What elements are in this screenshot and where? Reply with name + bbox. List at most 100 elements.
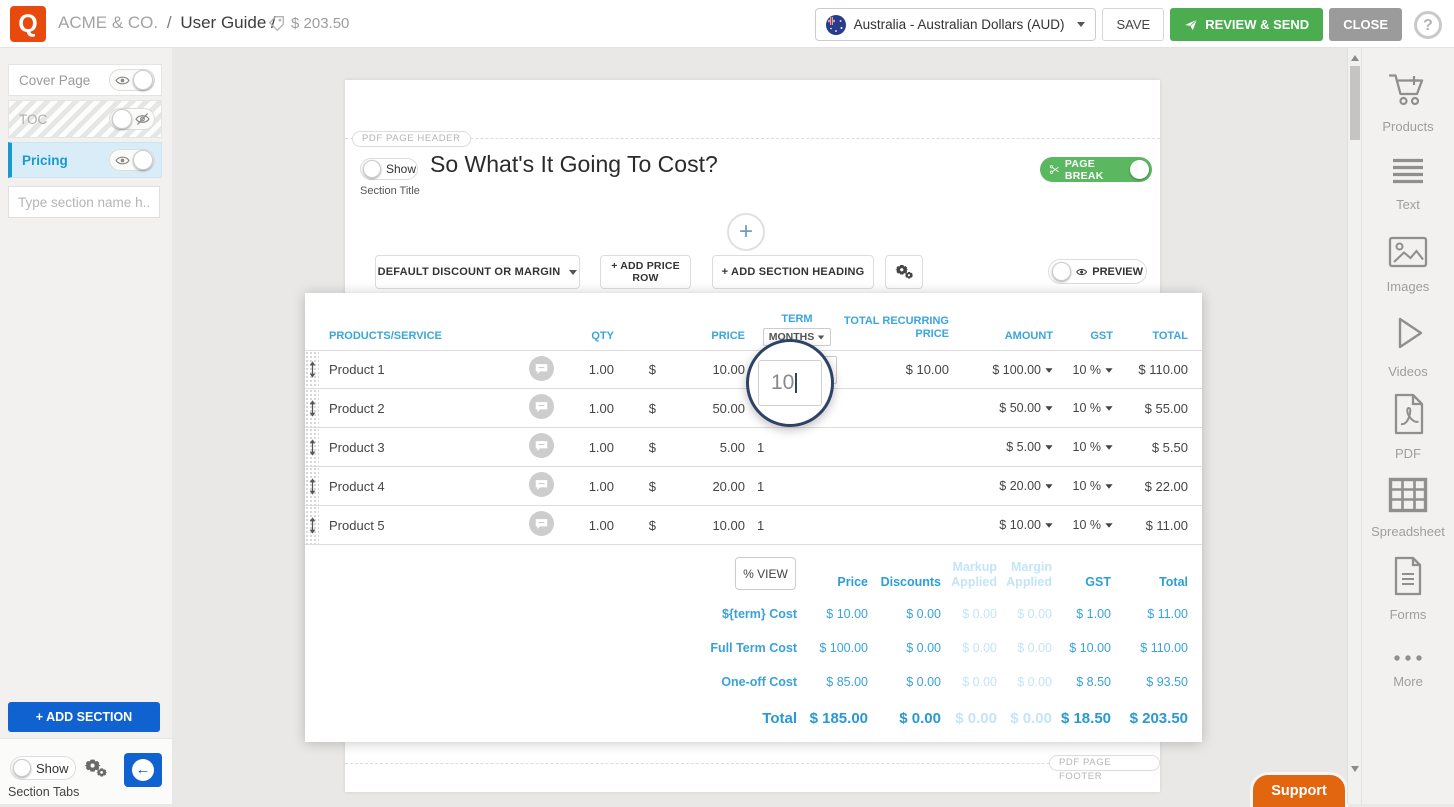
scrollbar-thumb[interactable]: [1350, 66, 1360, 140]
panel-item-text[interactable]: Text: [1362, 143, 1454, 224]
help-button[interactable]: ?: [1414, 11, 1442, 39]
visibility-toggle[interactable]: [109, 149, 155, 171]
summary-value: $ 0.00: [868, 675, 941, 689]
visibility-toggle[interactable]: [109, 69, 155, 91]
product-name[interactable]: Product 2: [319, 401, 519, 416]
term-input-magnified[interactable]: 10: [758, 360, 822, 406]
term-value[interactable]: 1: [757, 440, 764, 455]
drag-handle-icon[interactable]: [305, 389, 319, 427]
panel-item-label: Spreadsheet: [1371, 524, 1445, 539]
section-name: TOC: [19, 112, 47, 127]
show-toggle-label: Show: [386, 162, 416, 176]
price-value[interactable]: 50.00: [662, 401, 745, 416]
gst-dropdown[interactable]: 10 %: [1053, 479, 1113, 493]
qty-value[interactable]: 1.00: [563, 518, 614, 533]
qty-value[interactable]: 1.00: [563, 479, 614, 494]
drag-handle-icon[interactable]: [305, 506, 319, 544]
logo-letter: Q: [18, 10, 37, 38]
sidebar-section-cover-page[interactable]: Cover Page: [8, 64, 162, 96]
visibility-toggle[interactable]: [109, 108, 155, 130]
add-section-heading-button[interactable]: + ADD SECTION HEADING: [712, 255, 874, 289]
page-break-toggle[interactable]: PAGE BREAK: [1040, 157, 1152, 182]
price-row: Product 51.00$10.001$ 10.0010 %$ 11.00: [305, 506, 1202, 545]
settings-gears-icon[interactable]: [84, 757, 108, 786]
panel-item-pdf[interactable]: PDF: [1362, 386, 1454, 467]
sidebar-section-toc[interactable]: TOC: [8, 100, 162, 138]
chevron-down-icon: [1077, 22, 1085, 27]
vertical-scrollbar[interactable]: [1347, 48, 1361, 804]
amount-dropdown[interactable]: $ 100.00: [949, 363, 1053, 377]
amount-dropdown[interactable]: $ 10.00: [949, 518, 1053, 532]
term-value[interactable]: 1: [757, 479, 764, 494]
percent-view-button[interactable]: % VIEW: [735, 557, 796, 590]
eye-icon: [1076, 266, 1087, 278]
gst-dropdown[interactable]: 10 %: [1053, 401, 1113, 415]
comment-bubble-icon[interactable]: [519, 433, 563, 461]
price-value[interactable]: 5.00: [662, 440, 745, 455]
new-section-name-input[interactable]: [8, 186, 160, 218]
panel-item-products[interactable]: Products: [1362, 62, 1454, 143]
amount-dropdown[interactable]: $ 5.00: [949, 440, 1053, 454]
row-total: $ 22.00: [1113, 479, 1188, 494]
drag-handle-icon[interactable]: [305, 351, 319, 388]
product-name[interactable]: Product 5: [319, 518, 519, 533]
price-value[interactable]: 10.00: [662, 518, 745, 533]
summary-row-label: ${term} Cost: [637, 607, 797, 621]
app-logo[interactable]: Q: [10, 6, 46, 42]
panel-item-videos[interactable]: Videos: [1362, 305, 1454, 386]
panel-item-more[interactable]: More: [1362, 629, 1454, 710]
price-value[interactable]: 10.00: [662, 362, 745, 377]
preview-toggle[interactable]: PREVIEW: [1048, 259, 1147, 284]
default-discount-dropdown[interactable]: DEFAULT DISCOUNT OR MARGIN: [375, 255, 580, 289]
left-arrow-icon: ←: [132, 759, 154, 781]
comment-bubble-icon[interactable]: [519, 511, 563, 539]
amount-dropdown[interactable]: $ 20.00: [949, 479, 1053, 493]
section-title[interactable]: So What's It Going To Cost?: [430, 151, 718, 178]
comment-bubble-icon[interactable]: [519, 394, 563, 422]
review-send-button[interactable]: REVIEW & SEND: [1170, 8, 1323, 41]
close-button[interactable]: CLOSE: [1329, 8, 1402, 41]
section-list: Cover Page TOC Pricing: [0, 48, 172, 178]
form-icon: [1391, 556, 1425, 601]
term-value[interactable]: 1: [757, 518, 764, 533]
scroll-down-arrow-icon[interactable]: [1351, 766, 1359, 772]
price-value[interactable]: 20.00: [662, 479, 745, 494]
australia-flag-icon: [826, 15, 846, 35]
drag-handle-icon[interactable]: [305, 428, 319, 466]
collapse-sidebar-button[interactable]: ←: [124, 753, 162, 787]
row-total: $ 11.00: [1113, 518, 1188, 533]
gst-dropdown[interactable]: 10 %: [1053, 518, 1113, 532]
summary-column-price: Price: [797, 575, 868, 589]
add-section-button[interactable]: + ADD SECTION: [8, 702, 160, 732]
panel-item-spreadsheet[interactable]: Spreadsheet: [1362, 467, 1454, 548]
add-block-button[interactable]: +: [727, 213, 765, 251]
save-button[interactable]: SAVE: [1102, 8, 1164, 41]
product-name[interactable]: Product 1: [319, 362, 519, 377]
qty-value[interactable]: 1.00: [563, 440, 614, 455]
comment-bubble-icon[interactable]: [519, 472, 563, 500]
panel-item-images[interactable]: Images: [1362, 224, 1454, 305]
section-tabs-toggle[interactable]: Show: [10, 756, 76, 780]
section-title-show-toggle[interactable]: Show: [360, 158, 418, 180]
currency-selector[interactable]: Australia - Australian Dollars (AUD): [815, 8, 1097, 41]
currency-symbol: $: [614, 401, 662, 416]
sidebar-section-pricing[interactable]: Pricing: [8, 142, 162, 178]
breadcrumb-document[interactable]: User Guide /: [180, 13, 275, 32]
table-settings-button[interactable]: [885, 255, 923, 289]
product-name[interactable]: Product 4: [319, 479, 519, 494]
gst-dropdown[interactable]: 10 %: [1053, 440, 1113, 454]
qty-value[interactable]: 1.00: [563, 362, 614, 377]
add-price-row-button[interactable]: + ADD PRICE ROW: [600, 255, 691, 289]
scroll-up-arrow-icon[interactable]: [1351, 55, 1359, 61]
product-name[interactable]: Product 3: [319, 440, 519, 455]
comment-bubble-icon[interactable]: [519, 356, 563, 384]
panel-item-forms[interactable]: Forms: [1362, 548, 1454, 629]
qty-value[interactable]: 1.00: [563, 401, 614, 416]
amount-dropdown[interactable]: $ 50.00: [949, 401, 1053, 415]
panel-item-label: Products: [1382, 119, 1433, 134]
breadcrumb-company[interactable]: ACME & CO.: [58, 13, 158, 32]
gst-dropdown[interactable]: 10 %: [1053, 363, 1113, 377]
eye-icon: [112, 155, 133, 166]
support-button[interactable]: Support: [1253, 775, 1345, 807]
drag-handle-icon[interactable]: [305, 467, 319, 505]
